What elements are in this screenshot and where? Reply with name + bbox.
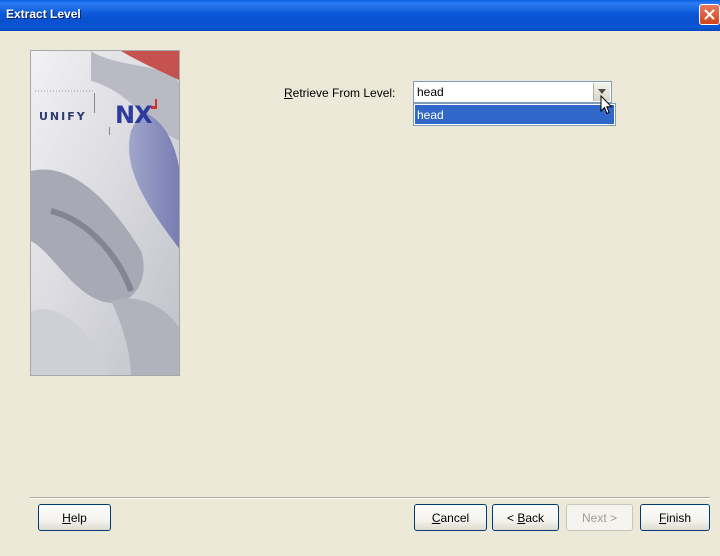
- help-button[interactable]: Help: [38, 504, 111, 531]
- back-mnemonic: B: [517, 510, 526, 525]
- banner-artwork: [31, 51, 179, 375]
- close-button[interactable]: [699, 4, 720, 25]
- cancel-button[interactable]: Cancel: [414, 504, 487, 531]
- title-bar[interactable]: Extract Level: [0, 0, 720, 31]
- wizard-banner-image: UNIFY NX: [30, 50, 180, 376]
- label-mnemonic: R: [284, 86, 293, 100]
- close-icon: [704, 9, 715, 20]
- label-text: etrieve From Level:: [292, 86, 396, 100]
- combo-dropdown-list: head: [413, 103, 616, 126]
- combo-value: head: [417, 85, 444, 99]
- logo-nx: NX: [115, 101, 153, 129]
- retrieve-from-level-label: Retrieve From Level:: [284, 86, 395, 100]
- dropdown-option-head[interactable]: head: [415, 105, 614, 124]
- next-text: Next >: [581, 510, 617, 525]
- back-button[interactable]: < Back: [492, 504, 559, 531]
- finish-text: inish: [666, 510, 692, 525]
- help-mnemonic: H: [62, 510, 71, 525]
- next-button[interactable]: Next >: [566, 504, 633, 531]
- cancel-mnemonic: C: [431, 510, 441, 525]
- back-text: ack: [525, 510, 545, 525]
- button-separator: [30, 497, 710, 499]
- finish-mnemonic: F: [658, 510, 667, 525]
- retrieve-from-level-combo[interactable]: head: [413, 81, 612, 103]
- cancel-text: ancel: [440, 510, 470, 525]
- chevron-down-icon: [598, 89, 606, 94]
- back-prefix: <: [506, 510, 518, 525]
- window-title: Extract Level: [6, 7, 81, 21]
- mouse-cursor-icon: [600, 95, 613, 115]
- finish-button[interactable]: Finish: [640, 504, 710, 531]
- help-text: elp: [70, 510, 87, 525]
- logo-wordmark: UNIFY: [39, 110, 87, 123]
